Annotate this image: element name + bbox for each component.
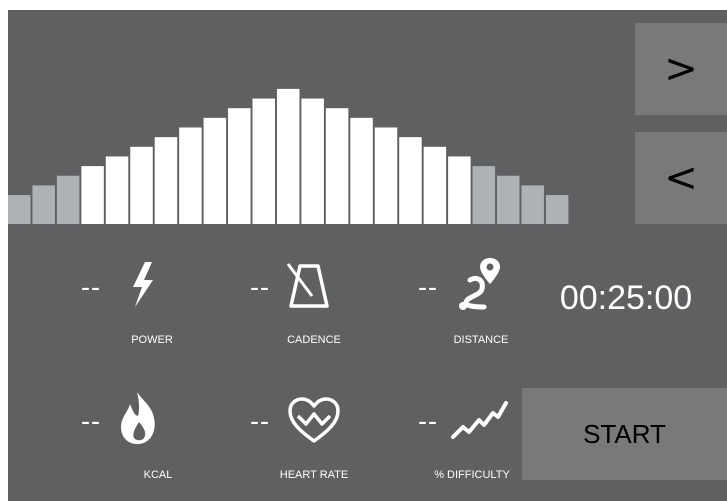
previous-profile-button[interactable]: < (635, 132, 727, 224)
profile-bar (105, 156, 129, 224)
profile-bar (497, 175, 520, 224)
profile-bar (448, 156, 471, 224)
distance-label: DISTANCE (453, 334, 509, 346)
flame-icon (121, 392, 155, 445)
profile-bar (179, 127, 202, 224)
profile-bar (423, 146, 447, 224)
profile-bar (203, 117, 227, 224)
workout-timer: 00:25:00 (559, 279, 693, 317)
profile-bar (81, 166, 104, 224)
kcal-label: KCAL (143, 469, 173, 481)
profile-bar (228, 108, 251, 224)
profile-bar (252, 98, 275, 224)
next-profile-button[interactable]: > (635, 23, 727, 115)
profile-bar (472, 166, 496, 224)
profile-bar (325, 108, 349, 224)
power-value: -- (81, 272, 101, 302)
cadence-value: -- (250, 272, 270, 302)
difficulty-label: % DIFFICULTY (434, 469, 510, 481)
heart-rate-value: -- (250, 406, 270, 436)
profile-bar (521, 185, 544, 224)
profile-bar (350, 117, 373, 224)
profile-bar (374, 127, 398, 224)
profile-bar (301, 98, 324, 224)
kcal-value: -- (81, 406, 101, 436)
profile-bar (130, 146, 153, 224)
power-label: POWER (131, 334, 173, 346)
start-button[interactable]: START (522, 388, 727, 480)
profile-bar (399, 137, 422, 224)
cadence-label: CADENCE (287, 334, 341, 346)
heart-rate-label: HEART RATE (279, 469, 349, 481)
route-pin-icon (459, 258, 500, 310)
profile-bar (56, 175, 80, 224)
trend-line-icon (451, 401, 508, 439)
profile-bar (8, 195, 31, 224)
heart-pulse-icon (288, 397, 340, 443)
workout-profile-chart (8, 88, 569, 224)
difficulty-value: -- (418, 406, 438, 436)
profile-bar (545, 195, 569, 224)
lightning-bolt-icon (133, 262, 153, 307)
profile-bar (276, 88, 300, 224)
metronome-icon (286, 263, 329, 308)
workout-screen: > < -- POWER -- CADENCE -- DISTANCE -- K… (8, 10, 727, 501)
profile-bar (154, 137, 178, 224)
profile-bar (32, 185, 55, 224)
distance-value: -- (418, 272, 438, 302)
